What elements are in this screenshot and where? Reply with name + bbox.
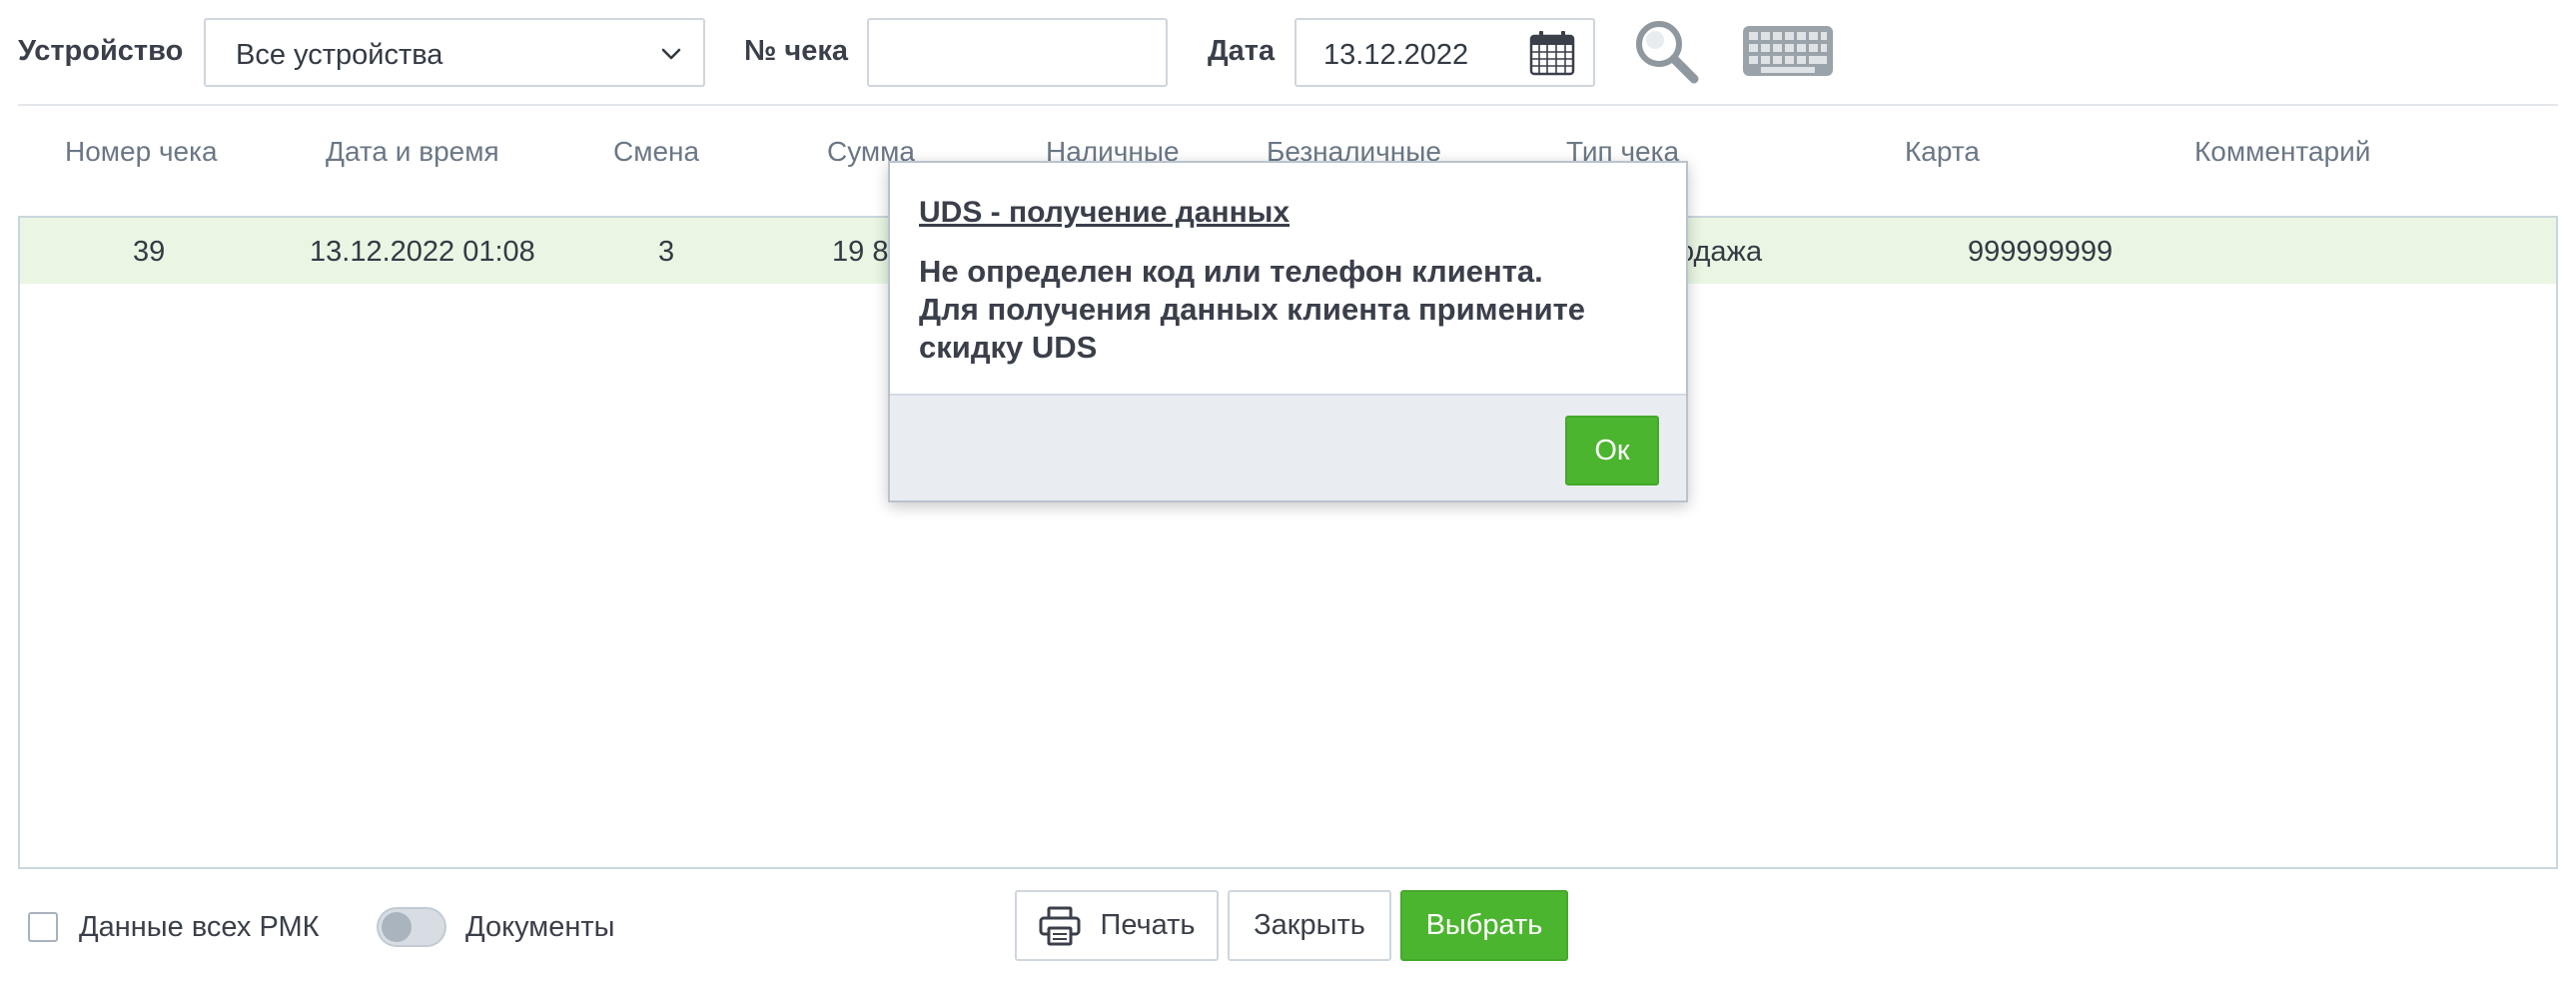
- cell-shift: 3: [658, 236, 675, 268]
- cell-sum: 19 8: [832, 236, 889, 268]
- all-rmk-checkbox[interactable]: [28, 912, 58, 942]
- cell-card: 999999999: [1968, 236, 2114, 268]
- search-icon[interactable]: [1631, 16, 1701, 86]
- print-button-label: Печать: [1100, 909, 1196, 941]
- keyboard-icon[interactable]: [1741, 24, 1835, 78]
- column-header-comment[interactable]: Комментарий: [2194, 136, 2370, 168]
- toggle-knob: [382, 912, 412, 942]
- chevron-down-icon: [661, 48, 681, 60]
- cell-datetime: 13.12.2022 01:08: [310, 236, 535, 268]
- device-select[interactable]: Все устройства: [204, 18, 705, 87]
- documents-label: Документы: [465, 911, 615, 943]
- device-select-value: Все устройства: [236, 39, 443, 71]
- select-button[interactable]: Выбрать: [1400, 890, 1568, 961]
- documents-toggle[interactable]: [377, 907, 446, 947]
- print-button[interactable]: Печать: [1015, 890, 1219, 961]
- uds-dialog: UDS - получение данных Не определен код …: [888, 161, 1688, 502]
- all-rmk-label: Данные всех РМК: [79, 911, 320, 943]
- column-header-card[interactable]: Карта: [1905, 136, 1980, 168]
- column-header-receipt-number[interactable]: Номер чека: [65, 136, 218, 168]
- ok-button[interactable]: Ок: [1565, 416, 1659, 486]
- dialog-message-line-2: Для получения данных клиента примените с…: [919, 292, 1586, 365]
- cell-receipt-type: одажа: [1678, 236, 1763, 268]
- date-field[interactable]: 13.12.2022: [1294, 18, 1595, 87]
- close-button-label: Закрыть: [1254, 909, 1365, 941]
- date-label: Дата: [1208, 35, 1276, 67]
- column-header-shift[interactable]: Смена: [613, 136, 699, 168]
- date-value: 13.12.2022: [1323, 39, 1469, 71]
- dialog-message-line-1: Не определен код или телефон клиента.: [919, 254, 1543, 289]
- dialog-title: UDS - получение данных: [919, 196, 1290, 229]
- device-label: Устройство: [18, 35, 184, 67]
- printer-icon: [1039, 906, 1081, 945]
- dialog-message: Не определен код или телефон клиента. Дл…: [919, 253, 1658, 367]
- receipt-number-label: № чека: [744, 35, 848, 67]
- ok-button-label: Ок: [1594, 434, 1630, 467]
- cell-receipt-number: 39: [133, 236, 166, 268]
- dialog-footer: Ок: [890, 394, 1686, 500]
- close-button[interactable]: Закрыть: [1228, 890, 1391, 961]
- column-header-datetime[interactable]: Дата и время: [326, 136, 499, 168]
- receipt-number-input[interactable]: [867, 18, 1168, 87]
- calendar-icon[interactable]: [1527, 28, 1577, 78]
- toolbar-separator: [18, 104, 2558, 106]
- select-button-label: Выбрать: [1425, 909, 1543, 941]
